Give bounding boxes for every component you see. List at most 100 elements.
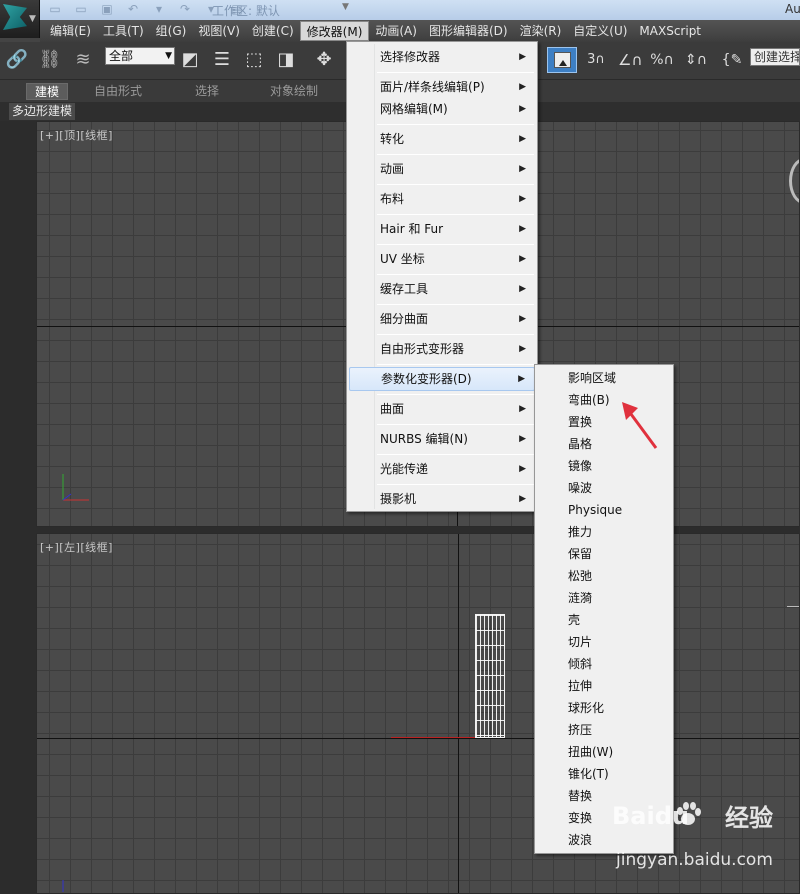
- menu-view[interactable]: 视图(V): [192, 21, 246, 41]
- menu-item-selection-modifiers[interactable]: 选择修改器 ▶: [349, 45, 535, 69]
- spinner-snap-icon[interactable]: ⇕∩: [684, 48, 708, 72]
- submenu-arrow-icon: ▶: [519, 194, 526, 204]
- viewport-left-label[interactable]: [+][左][线框]: [40, 539, 113, 555]
- undo-dropdown-icon[interactable]: ▾: [150, 2, 168, 16]
- menu-item-affect-region[interactable]: 影响区域: [537, 367, 671, 389]
- menu-item-stretch[interactable]: 拉伸: [537, 675, 671, 697]
- menu-item-cache-tools[interactable]: 缓存工具 ▶: [349, 277, 535, 301]
- menu-item-cloth[interactable]: 布料 ▶: [349, 187, 535, 211]
- menu-item-ripple[interactable]: 涟漪: [537, 587, 671, 609]
- menu-bar: 编辑(E) 工具(T) 组(G) 视图(V) 创建(C) 修改器(M) 动画(A…: [40, 20, 800, 42]
- menu-item-radiosity[interactable]: 光能传递 ▶: [349, 457, 535, 481]
- paw-icon: [677, 802, 701, 825]
- pivot-line: [391, 737, 475, 738]
- select-and-move-icon[interactable]: ✥: [312, 48, 336, 72]
- menu-separator: [377, 394, 534, 395]
- application-button[interactable]: ▼: [0, 0, 40, 38]
- cylinder-wireframe[interactable]: [475, 614, 505, 738]
- object-outline[interactable]: [789, 158, 799, 204]
- menu-rendering[interactable]: 渲染(R): [514, 21, 568, 41]
- submenu-arrow-icon: ▶: [519, 134, 526, 144]
- polygon-modeling-panel[interactable]: 多边形建模: [9, 103, 76, 120]
- menu-item-patch-spline-editing[interactable]: 面片/样条线编辑(P) ▶: [349, 75, 535, 99]
- submenu-arrow-icon: ▶: [519, 82, 526, 92]
- submenu-arrow-icon: ▶: [519, 344, 526, 354]
- menu-item-relax[interactable]: 松弛: [537, 565, 671, 587]
- menu-item-label: 选择修改器: [380, 50, 441, 64]
- named-selection-sets-field[interactable]: 创建选择集: [750, 48, 800, 66]
- menu-animation[interactable]: 动画(A): [369, 21, 423, 41]
- menu-create[interactable]: 创建(C): [246, 21, 300, 41]
- menu-item-animation[interactable]: 动画 ▶: [349, 157, 535, 181]
- submenu-arrow-icon: ▶: [519, 254, 526, 264]
- menu-item-push[interactable]: 推力: [537, 521, 671, 543]
- menu-edit[interactable]: 编辑(E): [44, 21, 97, 41]
- menu-item-conversion[interactable]: 转化 ▶: [349, 127, 535, 151]
- edit-named-selection-icon[interactable]: {✎: [720, 48, 744, 72]
- menu-item-label: 网格编辑(M): [380, 102, 448, 116]
- submenu-arrow-icon: ▶: [519, 104, 526, 114]
- menu-item-label: 摄影机: [380, 492, 417, 506]
- unlink-selection-icon[interactable]: ⛓: [38, 48, 62, 72]
- menu-item-taper[interactable]: 锥化(T): [537, 763, 671, 785]
- menu-tools[interactable]: 工具(T): [97, 21, 150, 41]
- menu-item-mirror[interactable]: 镜像: [537, 455, 671, 477]
- select-object-icon[interactable]: ◩: [178, 48, 202, 72]
- tab-freeform[interactable]: 自由形式: [94, 83, 142, 100]
- menu-item-uv-coordinates[interactable]: UV 坐标 ▶: [349, 247, 535, 271]
- menu-separator: [377, 214, 534, 215]
- snap-toggle-icon[interactable]: 3∩: [584, 48, 608, 72]
- tab-selection[interactable]: 选择: [195, 83, 219, 100]
- redo-icon[interactable]: ↷: [176, 2, 194, 16]
- tab-object-paint[interactable]: 对象绘制: [270, 83, 318, 100]
- annotation-arrow-icon: [622, 402, 658, 449]
- menu-item-mesh-editing[interactable]: 网格编辑(M) ▶: [349, 97, 535, 121]
- menu-modifiers[interactable]: 修改器(M): [299, 21, 370, 41]
- menu-item-subdivision-surfaces[interactable]: 细分曲面 ▶: [349, 307, 535, 331]
- menu-item-preserve[interactable]: 保留: [537, 543, 671, 565]
- submenu-arrow-icon: ▶: [519, 284, 526, 294]
- menu-item-skew[interactable]: 倾斜: [537, 653, 671, 675]
- menu-item-nurbs-editing[interactable]: NURBS 编辑(N) ▶: [349, 427, 535, 451]
- select-and-manipulate-button[interactable]: [547, 47, 577, 73]
- save-icon[interactable]: ▣: [98, 2, 116, 16]
- watermark-url: jingyan.baidu.com: [616, 850, 773, 870]
- menu-item-squeeze[interactable]: 挤压: [537, 719, 671, 741]
- select-by-name-icon[interactable]: ☰: [210, 48, 234, 72]
- menu-item-hair-and-fur[interactable]: Hair 和 Fur ▶: [349, 217, 535, 241]
- submenu-arrow-icon: ▶: [518, 374, 525, 384]
- menu-item-free-form-deformers[interactable]: 自由形式变形器 ▶: [349, 337, 535, 361]
- viewport-top-label[interactable]: [+][顶][线框]: [40, 127, 113, 143]
- submenu-arrow-icon: ▶: [519, 404, 526, 414]
- submenu-arrow-icon: ▶: [519, 224, 526, 234]
- rectangular-selection-icon[interactable]: ⬚: [242, 48, 266, 72]
- open-file-icon[interactable]: ▭: [72, 2, 90, 16]
- undo-icon[interactable]: ↶: [124, 2, 142, 16]
- new-file-icon[interactable]: ▭: [46, 2, 64, 16]
- menu-item-shell[interactable]: 壳: [537, 609, 671, 631]
- menu-group[interactable]: 组(G): [150, 21, 193, 41]
- window-crossing-icon[interactable]: ◨: [274, 48, 298, 72]
- menu-item-cameras[interactable]: 摄影机 ▶: [349, 487, 535, 511]
- menu-customize[interactable]: 自定义(U): [567, 21, 633, 41]
- menu-item-spherify[interactable]: 球形化: [537, 697, 671, 719]
- menu-item-label: 细分曲面: [380, 312, 429, 326]
- menu-item-noise[interactable]: 噪波: [537, 477, 671, 499]
- workspace-dropdown-icon[interactable]: ▼: [342, 2, 349, 12]
- menu-item-slice[interactable]: 切片: [537, 631, 671, 653]
- menu-item-parametric-deformers[interactable]: 参数化变形器(D) ▶: [349, 367, 535, 391]
- menu-separator: [377, 484, 534, 485]
- menu-item-twist[interactable]: 扭曲(W): [537, 741, 671, 763]
- angle-snap-icon[interactable]: ∠∩: [618, 48, 642, 72]
- menu-item-label: 缓存工具: [380, 282, 429, 296]
- select-and-link-icon[interactable]: 🔗: [5, 48, 29, 72]
- tab-modeling[interactable]: 建模: [26, 83, 69, 100]
- menu-item-surface[interactable]: 曲面 ▶: [349, 397, 535, 421]
- menu-graph-editors[interactable]: 图形编辑器(D): [423, 21, 514, 41]
- workspace-selector[interactable]: 工作区: 默认: [212, 2, 280, 19]
- menu-item-physique[interactable]: Physique: [537, 499, 671, 521]
- menu-maxscript[interactable]: MAXScript: [633, 21, 707, 41]
- selection-filter-dropdown[interactable]: 全部 ▼: [105, 47, 175, 65]
- bind-to-space-warp-icon[interactable]: ≋: [71, 48, 95, 72]
- percent-snap-icon[interactable]: %∩: [650, 48, 674, 72]
